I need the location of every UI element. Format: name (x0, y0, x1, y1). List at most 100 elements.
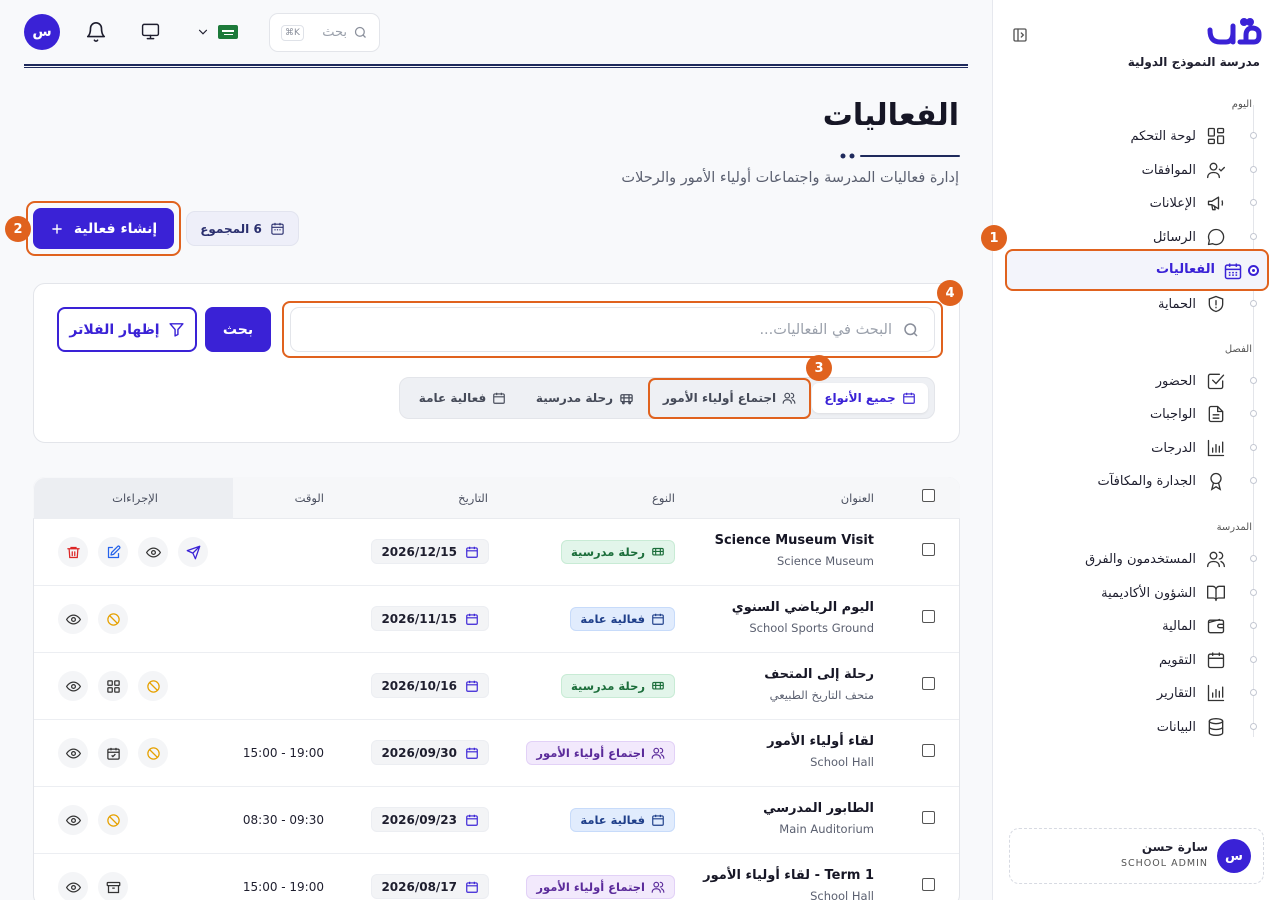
event-title: الطابور المدرسي (763, 801, 874, 816)
nav-dot (1250, 589, 1257, 596)
annotation-badge: 3 (806, 355, 832, 381)
book-icon (1206, 583, 1226, 603)
tab-school-trip[interactable]: رحلة مدرسية (525, 383, 645, 413)
event-title: اليوم الرياضي السنوي (731, 600, 874, 615)
create-event-label: إنشاء فعالية (73, 220, 158, 237)
sidebar-item-homework[interactable]: الواجبات (1150, 397, 1226, 431)
sidebar-item-finance[interactable]: المالية (1162, 609, 1226, 643)
eye-icon[interactable] (58, 604, 88, 634)
eye-icon[interactable] (58, 738, 88, 768)
nav-dot (1250, 300, 1257, 307)
grid-icon[interactable] (98, 671, 128, 701)
eye-icon[interactable] (138, 537, 168, 567)
nav-dot (1250, 233, 1257, 240)
tab-parent-meeting[interactable]: اجتماع أولياء الأمور (652, 383, 807, 413)
event-date: 2026/12/15 (371, 539, 489, 564)
sidebar-item-protection[interactable]: الحماية (1158, 287, 1226, 321)
event-type-label: اجتماع أولياء الأمور (536, 746, 645, 760)
create-event-button[interactable]: إنشاء فعالية (33, 208, 174, 249)
search-button[interactable]: بحث (205, 307, 271, 352)
sidebar-item-events[interactable]: الفعاليات (1005, 249, 1269, 291)
event-date: 2026/09/23 (371, 807, 489, 832)
col-actions: الإجراءات (112, 491, 158, 505)
sidebar-item-academics[interactable]: الشؤون الأكاديمية (1101, 576, 1226, 610)
plus-icon (52, 223, 62, 234)
sidebar-item-grades[interactable]: الدرجات (1151, 431, 1226, 465)
event-type-badge: رحلة مدرسية (561, 540, 675, 564)
event-type-label: رحلة مدرسية (571, 679, 645, 693)
row-checkbox[interactable] (922, 677, 935, 690)
events-search-input[interactable]: البحث في الفعاليات... (290, 307, 935, 352)
sidebar-item-attendance[interactable]: الحضور (1156, 364, 1226, 398)
event-date: 2026/09/30 (371, 740, 489, 765)
award-icon (1206, 471, 1226, 491)
event-date-label: 2026/10/16 (381, 678, 457, 693)
total-count-badge: 6 المجموع (186, 211, 299, 246)
ban-icon[interactable] (98, 805, 128, 835)
users-icon (782, 392, 796, 404)
sidebar-item-approvals[interactable]: الموافقات (1142, 153, 1226, 187)
show-filters-button[interactable]: إظهار الفلاتر (57, 307, 197, 352)
trash-icon[interactable] (58, 537, 88, 567)
calendar-icon (465, 746, 479, 760)
tab-general-event[interactable]: فعالية عامة (405, 383, 520, 413)
eye-icon[interactable] (58, 872, 88, 900)
search-placeholder: البحث في الفعاليات... (759, 321, 892, 338)
edit-icon[interactable] (98, 537, 128, 567)
search-icon (904, 322, 918, 337)
nav-dot (1250, 444, 1257, 451)
monitor-icon[interactable] (141, 22, 160, 41)
sidebar-item-reports[interactable]: التقارير (1157, 676, 1226, 710)
sidebar-item-merit[interactable]: الجدارة والمكافآت (1097, 464, 1226, 498)
archive-icon[interactable] (98, 872, 128, 900)
dashboard-icon (1206, 126, 1226, 146)
eye-icon[interactable] (58, 805, 88, 835)
annotation-badge: 4 (937, 280, 963, 306)
event-time: 15:00 - 19:00 (242, 746, 324, 760)
global-search-input[interactable]: بحث K⌘ (269, 13, 380, 52)
ban-icon[interactable] (138, 671, 168, 701)
sidebar-item-calendar[interactable]: التقويم (1159, 643, 1226, 677)
tab-label: جميع الأنواع (824, 391, 896, 405)
bell-icon[interactable] (85, 21, 107, 43)
event-location: متحف التاريخ الطبيعي (769, 688, 874, 702)
language-dropdown[interactable] (196, 23, 242, 41)
row-checkbox[interactable] (922, 878, 935, 891)
sidebar-item-users[interactable]: المستخدمون والفرق (1085, 542, 1226, 576)
users-icon (651, 880, 665, 894)
calendar-icon (493, 392, 506, 404)
table-row (34, 586, 959, 653)
calendar-check-icon[interactable] (98, 738, 128, 768)
row-checkbox[interactable] (922, 744, 935, 757)
nav-dot (1250, 377, 1257, 384)
send-icon[interactable] (178, 537, 208, 567)
calendar-icon (651, 612, 665, 626)
row-checkbox[interactable] (922, 610, 935, 623)
avatar[interactable]: س (24, 14, 60, 50)
select-all-checkbox[interactable] (922, 489, 935, 502)
row-checkbox[interactable] (922, 811, 935, 824)
section-label-today: اليوم (1231, 99, 1252, 110)
sidebar-item-label: الإعلانات (1149, 195, 1196, 211)
user-role: SCHOOL ADMIN (1121, 858, 1208, 869)
sidebar-collapse-icon[interactable] (1012, 27, 1030, 45)
sidebar-item-announcements[interactable]: الإعلانات (1150, 186, 1226, 220)
event-type-badge: فعالية عامة (570, 607, 675, 631)
sidebar-item-dashboard[interactable]: لوحة التحكم (1130, 119, 1226, 153)
tab-all-types[interactable]: جميع الأنواع (812, 383, 928, 413)
ban-icon[interactable] (138, 738, 168, 768)
sidebar-item-label: لوحة التحكم (1130, 128, 1196, 144)
event-type-label: رحلة مدرسية (571, 545, 645, 559)
eye-icon[interactable] (58, 671, 88, 701)
sidebar-item-data[interactable]: البيانات (1157, 710, 1226, 744)
ban-icon[interactable] (98, 604, 128, 634)
event-type-badge: اجتماع أولياء الأمور (526, 875, 675, 899)
flag-icon (218, 25, 238, 39)
row-checkbox[interactable] (922, 543, 935, 556)
file-icon (1206, 404, 1226, 424)
page-title: الفعاليات (822, 98, 959, 133)
filter-icon (168, 323, 184, 337)
col-date: التاريخ (458, 491, 488, 505)
tab-label: اجتماع أولياء الأمور (662, 391, 777, 405)
table-row (34, 519, 959, 586)
